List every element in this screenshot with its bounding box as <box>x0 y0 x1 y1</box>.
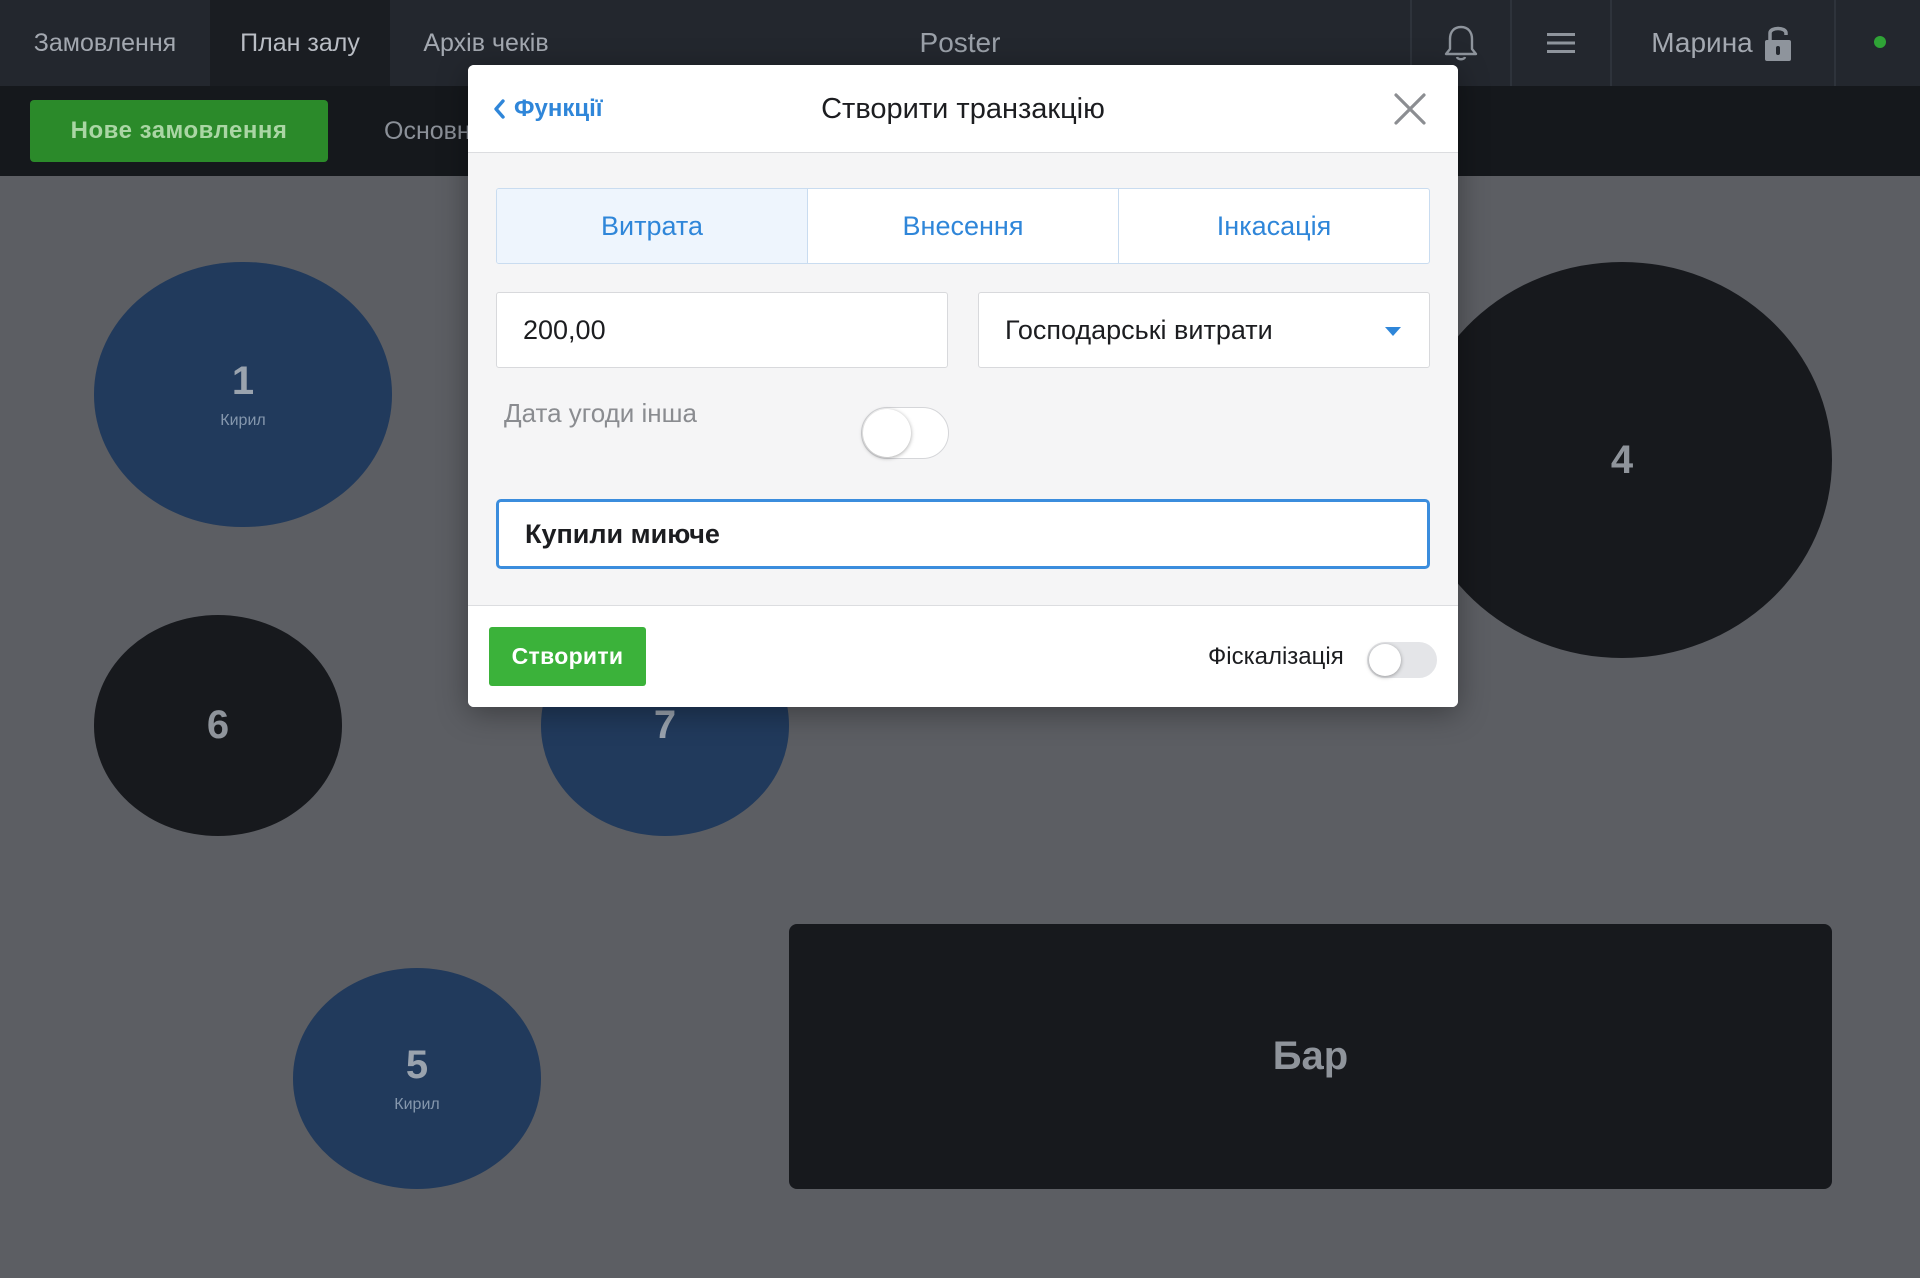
chevron-left-icon <box>494 99 505 119</box>
amount-input[interactable]: 200,00 <box>496 292 948 368</box>
caret-down-icon <box>1385 327 1401 336</box>
connection-status-indicator <box>1874 36 1886 48</box>
tab-floor-plan[interactable]: План залу <box>210 0 390 86</box>
tab-orders[interactable]: Замовлення <box>0 0 210 86</box>
table-number: 1 <box>231 359 255 403</box>
back-to-functions-button[interactable]: Функції <box>492 65 603 153</box>
divider <box>1834 0 1836 86</box>
tab-orders-label: Замовлення <box>33 28 177 57</box>
dialog-header: Функції Створити транзакцію <box>468 65 1458 153</box>
table-number: 4 <box>1610 437 1634 482</box>
table-5[interactable]: 5 Кирил <box>293 968 541 1189</box>
back-label: Функції <box>514 95 603 122</box>
table-waiter: Кирил <box>394 1096 440 1113</box>
table-1[interactable]: 1 Кирил <box>94 262 392 527</box>
table-number: 7 <box>653 703 677 747</box>
table-number: 6 <box>206 703 230 747</box>
new-order-button[interactable]: Нове замовлення <box>30 100 328 162</box>
create-button[interactable]: Створити <box>489 627 646 686</box>
type-deposit-option[interactable]: Внесення <box>808 189 1119 263</box>
table-number: 5 <box>405 1043 429 1087</box>
hall-tab-main[interactable]: Основн <box>384 86 471 176</box>
toggle-knob <box>863 409 911 457</box>
fiscalization-label: Фіскалізація <box>1208 643 1344 670</box>
close-icon <box>1394 93 1426 125</box>
table-waiter: Кирил <box>220 412 266 429</box>
create-transaction-dialog: Функції Створити транзакцію Витрата Внес… <box>468 65 1458 707</box>
user-account-button[interactable]: Марина <box>1612 0 1832 86</box>
type-collection-option[interactable]: Інкасація <box>1119 189 1429 263</box>
user-name: Марина <box>1651 27 1753 58</box>
other-date-label: Дата угоди інша <box>504 397 697 428</box>
comment-input[interactable]: Купили миюче <box>496 499 1430 569</box>
unlock-icon <box>1764 26 1791 61</box>
bell-icon <box>1444 25 1478 61</box>
table-4[interactable]: 4 <box>1412 262 1832 658</box>
type-expense-option[interactable]: Витрата <box>497 189 808 263</box>
toggle-knob <box>1369 644 1401 676</box>
table-bar[interactable]: Бар <box>789 924 1832 1189</box>
tab-receipts-archive-label: Архів чеків <box>423 28 549 57</box>
category-value: Господарські витрати <box>1005 314 1273 345</box>
hamburger-menu-icon <box>1547 33 1575 53</box>
category-select[interactable]: Господарські витрати <box>978 292 1430 368</box>
fiscalization-toggle[interactable] <box>1367 642 1437 678</box>
other-date-toggle[interactable] <box>861 407 949 459</box>
table-6[interactable]: 6 <box>94 615 342 836</box>
transaction-type-selector: Витрата Внесення Інкасація <box>496 188 1430 264</box>
table-number: Бар <box>1272 1034 1349 1078</box>
main-menu-button[interactable] <box>1512 0 1610 86</box>
close-dialog-button[interactable] <box>1388 87 1432 131</box>
dialog-title: Створити транзакцію <box>821 92 1105 125</box>
dialog-footer: Створити Фіскалізація <box>468 605 1458 707</box>
tab-floor-plan-label: План залу <box>240 28 360 57</box>
